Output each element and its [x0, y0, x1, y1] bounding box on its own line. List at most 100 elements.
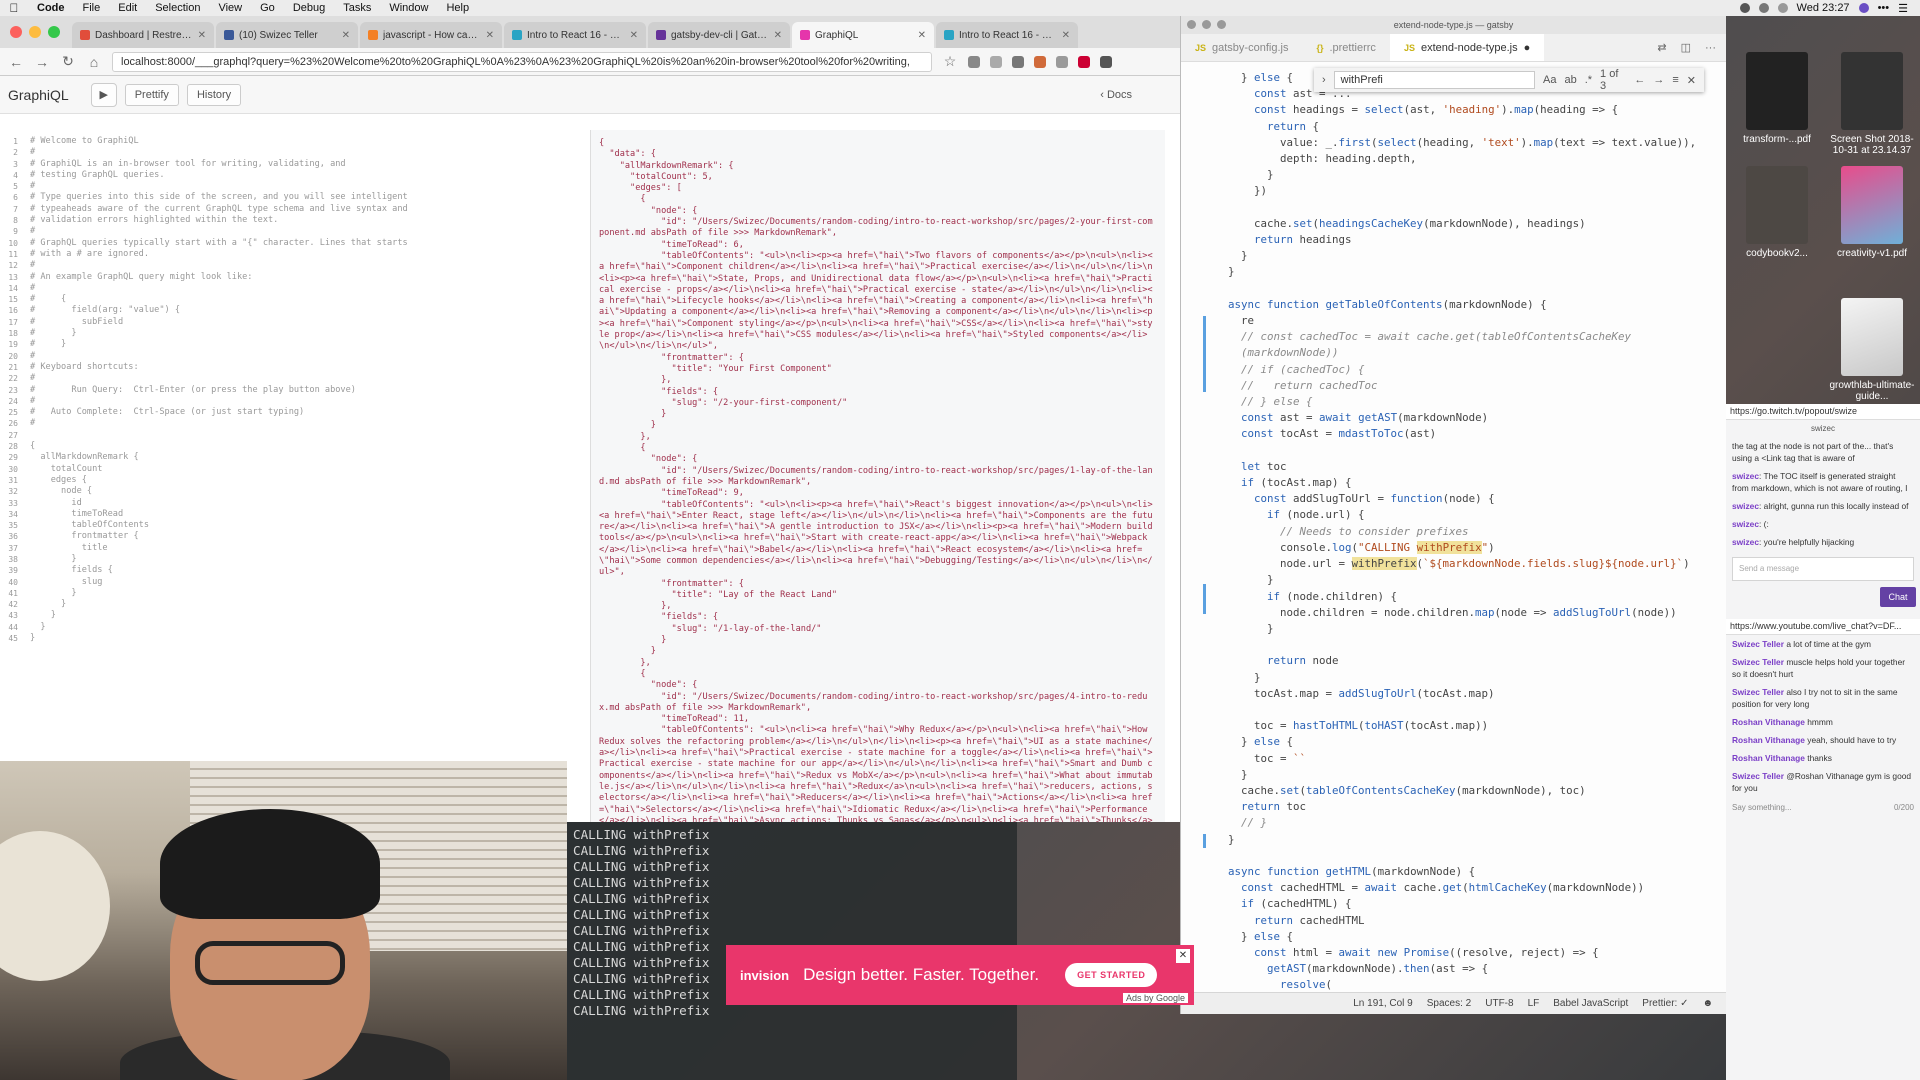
history-button[interactable]: History	[186, 83, 242, 106]
browser-tab[interactable]: gatsby-dev-cli | Gatsby ✕	[648, 22, 790, 48]
close-tab-icon[interactable]: ✕	[342, 30, 350, 41]
menu-go[interactable]: Go	[251, 2, 284, 14]
desktop-icon[interactable]: creativity-v1.pdf	[1824, 166, 1920, 259]
browser-tab-active[interactable]: GraphiQL ✕	[792, 22, 934, 48]
chat-input[interactable]: Send a message	[1732, 557, 1914, 581]
chat-send-button[interactable]: Chat	[1880, 587, 1916, 607]
close-window-button[interactable]	[10, 26, 22, 38]
query-editor[interactable]: 1 2 3 4 5 6 7 8 9 10 11 12 13 14 15 16 17 18 19 20 21 22 23 24 2…	[0, 130, 590, 780]
wifi-icon[interactable]	[1758, 3, 1769, 13]
encoding[interactable]: UTF-8	[1485, 998, 1513, 1009]
desktop-icon[interactable]: transform-...pdf	[1732, 52, 1822, 145]
match-word-icon[interactable]: ab	[1564, 74, 1576, 86]
notification-center-icon[interactable]: •••	[1878, 2, 1890, 14]
desktop-icon[interactable]: codybookv2...	[1732, 166, 1822, 259]
menu-help[interactable]: Help	[437, 2, 478, 14]
back-icon[interactable]: ←	[8, 54, 24, 70]
close-window-button[interactable]	[1187, 20, 1196, 29]
clock[interactable]: Wed 23:27	[1797, 2, 1850, 14]
siri-icon[interactable]	[1858, 3, 1869, 13]
extension-icon[interactable]	[1034, 55, 1046, 68]
desktop-icon[interactable]: growthlab-ultimate-guide...	[1824, 298, 1920, 402]
reload-icon[interactable]: ↻	[60, 53, 76, 70]
address-bar[interactable]: localhost:8000/___graphql?query=%23%20We…	[112, 51, 932, 72]
menu-window[interactable]: Window	[380, 2, 437, 14]
code-editor[interactable]: } else { const ast = ... const headings …	[1181, 64, 1726, 994]
prettier-status[interactable]: Prettier: ✓	[1642, 998, 1688, 1009]
invision-ad-banner[interactable]: invision Design better. Faster. Together…	[726, 945, 1194, 1005]
menu-selection[interactable]: Selection	[146, 2, 209, 14]
match-case-icon[interactable]: Aa	[1543, 74, 1556, 86]
popout-url[interactable]: https://go.twitch.tv/popout/swize	[1726, 404, 1920, 420]
editor-tab-prettierrc[interactable]: {} .prettierrc	[1302, 34, 1389, 61]
forward-icon[interactable]: →	[34, 54, 50, 70]
previous-match-icon[interactable]: ←	[1634, 74, 1645, 86]
close-tab-icon[interactable]: ✕	[918, 30, 926, 41]
menu-edit[interactable]: Edit	[109, 2, 146, 14]
home-icon[interactable]: ⌂	[86, 54, 102, 70]
browser-tab[interactable]: javascript - How can I g ✕	[360, 22, 502, 48]
indentation[interactable]: Spaces: 2	[1427, 998, 1471, 1009]
menu-file[interactable]: File	[74, 2, 110, 14]
close-tab-icon[interactable]: ✕	[486, 30, 494, 41]
menu-view[interactable]: View	[209, 2, 251, 14]
menu-app-code[interactable]: Code	[28, 2, 74, 14]
docs-button[interactable]: ‹ Docs	[1100, 89, 1132, 101]
close-tab-icon[interactable]: ✕	[774, 30, 782, 41]
close-find-icon[interactable]: ✕	[1687, 74, 1696, 87]
browser-tab[interactable]: Dashboard | Restream.io✕	[72, 22, 214, 48]
desktop-icon[interactable]: Screen Shot 2018-10-31 at 23.14.37	[1824, 52, 1920, 156]
split-editor-icon[interactable]: ◫	[1681, 41, 1691, 54]
find-input[interactable]: withPrefi	[1333, 71, 1535, 89]
extension-icon[interactable]	[1078, 55, 1090, 68]
menu-list-icon[interactable]: ☰	[1898, 2, 1908, 15]
youtube-chat-url[interactable]: https://www.youtube.com/live_chat?v=DF..…	[1726, 619, 1920, 635]
menu-tasks[interactable]: Tasks	[334, 2, 380, 14]
ads-by-google-label[interactable]: Ads by Google	[1122, 993, 1188, 1003]
chat-user[interactable]: swizec	[1732, 501, 1759, 511]
chat-user[interactable]: swizec	[1732, 537, 1759, 547]
browser-tab[interactable]: Intro to React 16 - work ✕	[936, 22, 1078, 48]
bookmark-star-icon[interactable]: ☆	[942, 53, 958, 70]
editor-tab-gatsby-config[interactable]: JS gatsby-config.js	[1181, 34, 1302, 61]
close-tab-icon[interactable]: ✕	[198, 30, 206, 41]
extension-icon[interactable]	[1100, 55, 1112, 68]
open-changes-icon[interactable]: ⇄	[1657, 41, 1666, 54]
apple-menu-icon[interactable]: 	[0, 1, 28, 15]
battery-icon[interactable]	[1777, 3, 1788, 13]
extension-icon[interactable]	[968, 55, 980, 68]
extension-icon[interactable]	[1012, 55, 1024, 68]
more-actions-icon[interactable]: ···	[1705, 42, 1716, 54]
line-ending[interactable]: LF	[1528, 998, 1540, 1009]
query-editor-text[interactable]: # Welcome to GraphiQL # # GraphiQL is an…	[30, 136, 408, 644]
prettify-button[interactable]: Prettify	[124, 83, 179, 106]
close-tab-icon[interactable]: ✕	[1062, 30, 1070, 41]
cursor-position[interactable]: Ln 191, Col 9	[1353, 998, 1413, 1009]
close-tab-icon[interactable]: ✕	[630, 30, 638, 41]
editor-tab-extend-node-type[interactable]: JS extend-node-type.js ●	[1389, 34, 1545, 61]
zoom-window-button[interactable]	[48, 26, 60, 38]
get-started-button[interactable]: GET STARTED	[1065, 963, 1158, 987]
chat-user[interactable]: swizec	[1732, 471, 1759, 481]
feedback-smiley-icon[interactable]: ☻	[1702, 998, 1713, 1009]
result-pane[interactable]: { "data": { "allMarkdownRemark": { "tota…	[590, 130, 1165, 822]
unsaved-dot-icon[interactable]: ●	[1524, 42, 1531, 54]
extension-icon[interactable]	[990, 55, 1002, 68]
regex-icon[interactable]: .*	[1585, 74, 1592, 86]
zoom-window-button[interactable]	[1217, 20, 1226, 29]
extension-icon[interactable]	[1056, 55, 1068, 68]
find-in-selection-icon[interactable]: ≡	[1672, 74, 1678, 86]
toggle-replace-icon[interactable]: ›	[1322, 74, 1326, 86]
next-match-icon[interactable]: →	[1653, 74, 1664, 86]
language-mode[interactable]: Babel JavaScript	[1553, 998, 1628, 1009]
status-icon[interactable]	[1739, 3, 1750, 13]
close-ad-icon[interactable]: ✕	[1176, 949, 1190, 963]
chat-user[interactable]: swizec	[1732, 519, 1759, 529]
yt-chat-input[interactable]: Say something...	[1732, 803, 1792, 812]
run-query-button[interactable]: ▶	[90, 82, 117, 107]
minimize-window-button[interactable]	[29, 26, 41, 38]
menu-debug[interactable]: Debug	[284, 2, 334, 14]
minimize-window-button[interactable]	[1202, 20, 1211, 29]
browser-tab[interactable]: Intro to React 16 - work ✕	[504, 22, 646, 48]
browser-tab[interactable]: (10) Swizec Teller ✕	[216, 22, 358, 48]
